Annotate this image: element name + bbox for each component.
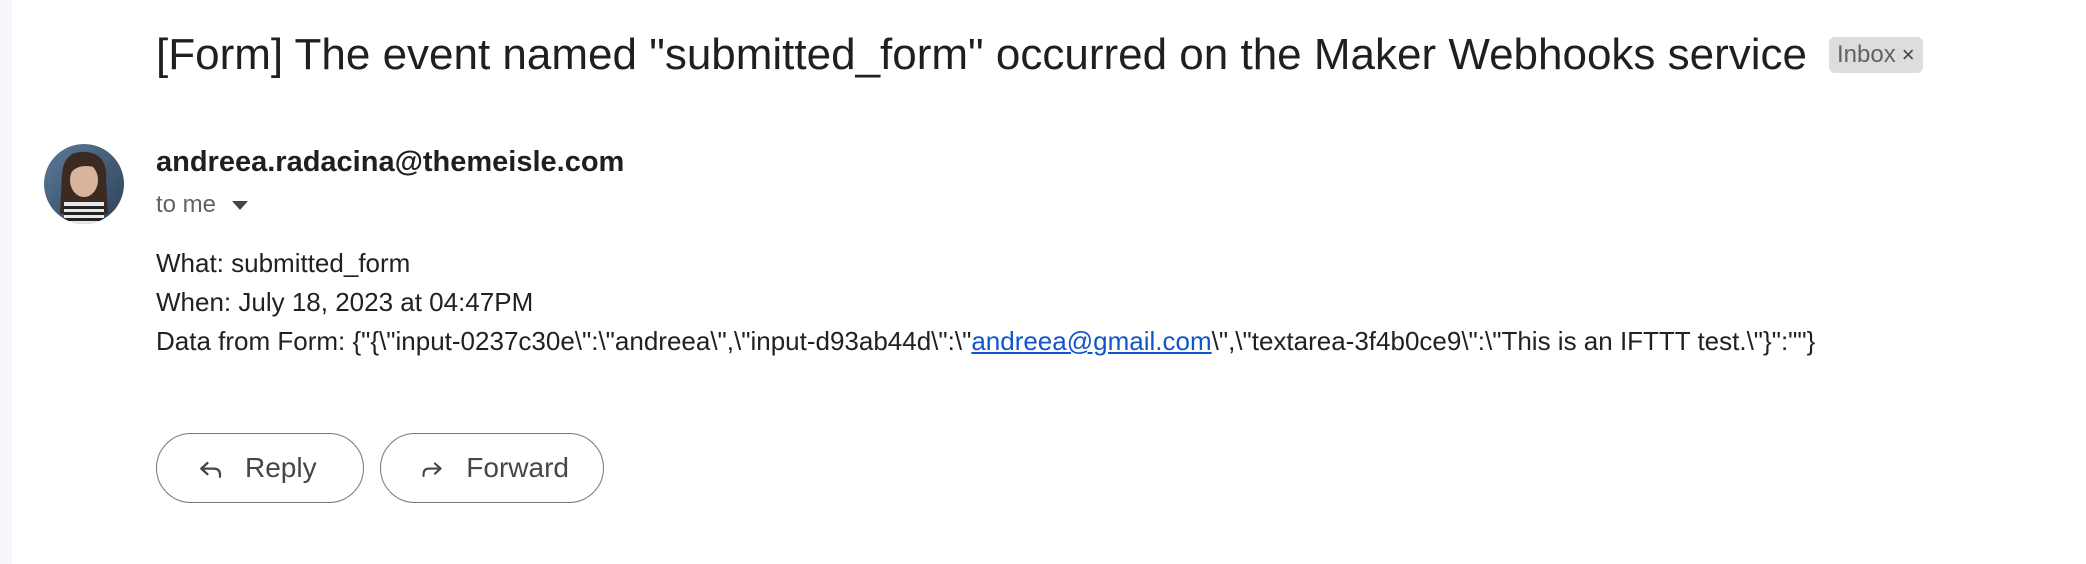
body-when-line: When: July 18, 2023 at 04:47PM (156, 287, 534, 317)
sender-email[interactable]: andreea.radacina@themeisle.com (156, 146, 624, 179)
email-body: What: submitted_form When: July 18, 2023… (156, 244, 1815, 361)
reply-icon (200, 461, 222, 478)
forward-label: Forward (466, 452, 569, 483)
body-data-suffix: \",\"textarea-3f4b0ce9\":\"This is an IF… (1211, 326, 1816, 356)
caret-down-icon[interactable] (232, 200, 249, 210)
inbox-label-chip[interactable]: Inbox × (1829, 37, 1923, 73)
left-edge-strip (0, 0, 12, 564)
body-email-link[interactable]: andreea@gmail.com (971, 326, 1211, 356)
inbox-label-text: Inbox (1837, 41, 1896, 68)
forward-button[interactable]: Forward (380, 433, 604, 503)
reply-actions: Reply Forward (156, 433, 604, 503)
body-data-line: Data from Form: {"{\"input-0237c30e\":\"… (156, 322, 1815, 361)
email-subject: [Form] The event named "submitted_form" … (156, 30, 1808, 79)
subject-row: [Form] The event named "submitted_form" … (156, 30, 1923, 80)
sender-avatar[interactable] (44, 144, 124, 224)
body-data-prefix: Data from Form: {"{\"input-0237c30e\":\"… (156, 326, 972, 356)
recipient-text: to me (156, 191, 217, 218)
close-icon[interactable]: × (1902, 44, 1915, 66)
forward-icon (422, 462, 442, 477)
body-what-line: What: submitted_form (156, 248, 411, 278)
avatar-photo (44, 144, 124, 224)
recipient-details-toggle[interactable]: to me (156, 191, 249, 219)
reply-label: Reply (245, 452, 317, 483)
reply-button[interactable]: Reply (156, 433, 364, 503)
